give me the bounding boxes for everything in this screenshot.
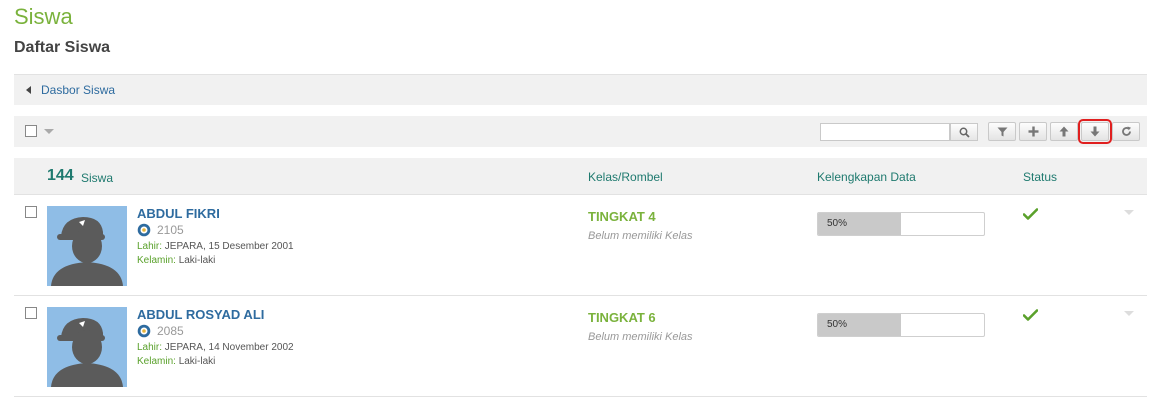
progress-text: 50%	[827, 218, 848, 229]
birth-value: JEPARA, 15 Desember 2001	[164, 241, 294, 252]
class-note: Belum memiliki Kelas	[588, 230, 693, 242]
birth-info: Lahir: JEPARA, 15 Desember 2001	[137, 241, 294, 252]
row-checkbox[interactable]	[25, 206, 37, 218]
gender-value: Laki-laki	[178, 255, 216, 266]
student-nis: 2085	[157, 324, 184, 338]
default-avatar-icon	[47, 307, 127, 387]
table-row: ABDUL FIKRI 2105 Lahir: JEPARA, 15 Desem…	[14, 195, 1147, 296]
student-count-label: Siswa	[81, 171, 114, 185]
breadcrumb: Dasbor Siswa	[14, 74, 1147, 105]
student-name[interactable]: ABDUL FIKRI	[137, 206, 220, 221]
gender-info: Kelamin: Laki-laki	[137, 356, 215, 367]
default-avatar-icon	[47, 206, 127, 286]
page-subtitle: Daftar Siswa	[14, 39, 111, 56]
column-header-kelas: Kelas/Rombel	[588, 170, 663, 184]
gender-label: Kelamin:	[137, 356, 176, 367]
avatar	[47, 206, 127, 286]
add-button[interactable]	[1019, 122, 1047, 141]
search-input[interactable]	[820, 123, 950, 141]
column-header-kelengkapan: Kelengkapan Data	[817, 170, 916, 184]
gender-value: Laki-laki	[178, 356, 216, 367]
row-menu-caret-icon[interactable]	[1124, 210, 1134, 215]
arrow-up-icon	[1059, 126, 1069, 137]
status-check-icon	[1022, 308, 1039, 326]
refresh-icon	[1121, 126, 1131, 136]
row-menu-caret-icon[interactable]	[1124, 311, 1134, 316]
search-button[interactable]	[950, 123, 978, 141]
nis-group: 2105	[137, 223, 184, 237]
school-emblem-icon	[137, 324, 151, 338]
gender-label: Kelamin:	[137, 255, 176, 266]
refresh-button[interactable]	[1112, 122, 1140, 141]
grade-level: TINGKAT 4	[588, 209, 656, 224]
student-count: 144	[47, 167, 74, 184]
nis-group: 2085	[137, 324, 184, 338]
download-button[interactable]	[1078, 119, 1112, 144]
toolbar	[14, 116, 1147, 147]
status-check-icon	[1022, 207, 1039, 225]
list-header: 144 Siswa Kelas/Rombel Kelengkapan Data …	[14, 158, 1147, 195]
table-row: ABDUL ROSYAD ALI 2085 Lahir: JEPARA, 14 …	[14, 296, 1147, 397]
filter-button[interactable]	[988, 122, 1016, 141]
select-menu-caret-icon[interactable]	[44, 129, 54, 134]
gender-info: Kelamin: Laki-laki	[137, 255, 215, 266]
breadcrumb-dasbor-siswa-link[interactable]: Dasbor Siswa	[41, 83, 115, 97]
completeness-progress-bar: 50%	[817, 212, 985, 236]
page-title: Siswa	[14, 4, 73, 29]
grade-level: TINGKAT 6	[588, 310, 656, 325]
birth-value: JEPARA, 14 November 2002	[164, 342, 294, 353]
caret-left-icon	[26, 86, 31, 94]
student-name[interactable]: ABDUL ROSYAD ALI	[137, 307, 264, 322]
birth-info: Lahir: JEPARA, 14 November 2002	[137, 342, 294, 353]
school-emblem-icon	[137, 223, 151, 237]
class-note: Belum memiliki Kelas	[588, 331, 693, 343]
row-checkbox[interactable]	[25, 307, 37, 319]
filter-icon	[997, 127, 1007, 136]
upload-button[interactable]	[1050, 122, 1078, 141]
search-icon	[959, 127, 970, 138]
progress-text: 50%	[827, 319, 848, 330]
avatar	[47, 307, 127, 387]
column-header-status: Status	[1023, 170, 1058, 184]
select-all-checkbox[interactable]	[25, 125, 37, 137]
arrow-down-icon	[1090, 126, 1100, 137]
birth-label: Lahir:	[137, 241, 163, 252]
plus-icon	[1028, 126, 1038, 137]
student-nis: 2105	[157, 223, 184, 237]
completeness-progress-bar: 50%	[817, 313, 985, 337]
birth-label: Lahir:	[137, 342, 163, 353]
